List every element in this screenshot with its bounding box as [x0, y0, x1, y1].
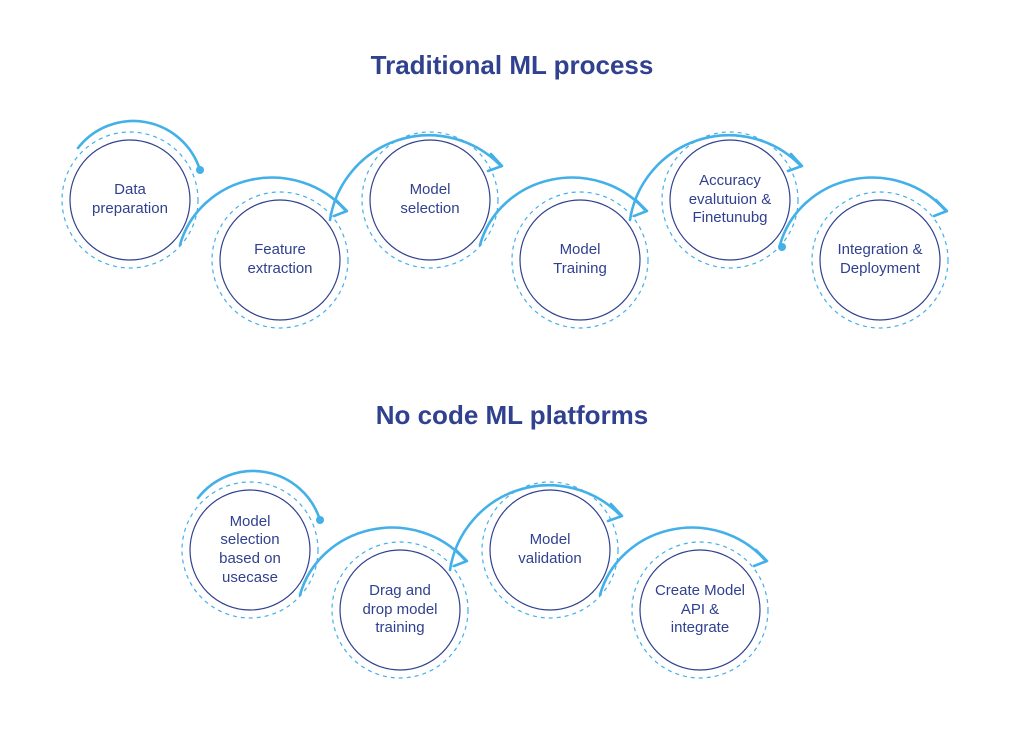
node-model-validation: Modelvalidation — [480, 480, 620, 620]
node-label: Datapreparation — [60, 130, 200, 270]
node-integration-deployment: Integration &Deployment — [810, 190, 950, 330]
node-create-api-integrate: Create ModelAPI &integrate — [630, 540, 770, 680]
node-model-training: ModelTraining — [510, 190, 650, 330]
node-feature-extraction: Featureextraction — [210, 190, 350, 330]
node-label: Featureextraction — [210, 190, 350, 330]
node-model-selection: Modelselection — [360, 130, 500, 270]
section1-title: Traditional ML process — [0, 50, 1024, 81]
section2-title: No code ML platforms — [0, 400, 1024, 431]
diagram-root: Traditional ML process Datapreparation — [0, 0, 1024, 756]
node-label: Drag anddrop modeltraining — [330, 540, 470, 680]
node-label: Modelselectionbased onusecase — [180, 480, 320, 620]
node-model-selection-usecase: Modelselectionbased onusecase — [180, 480, 320, 620]
node-accuracy-evaluation: Accuracyevalutuion &Finetunubg — [660, 130, 800, 270]
node-label: Create ModelAPI &integrate — [630, 540, 770, 680]
node-label: Integration &Deployment — [810, 190, 950, 330]
section1-row: Datapreparation Featureextraction — [0, 110, 1024, 340]
node-label: Modelvalidation — [480, 480, 620, 620]
node-label: Modelselection — [360, 130, 500, 270]
section2-row: Modelselectionbased onusecase Drag anddr… — [0, 460, 1024, 690]
node-data-preparation: Datapreparation — [60, 130, 200, 270]
node-drag-drop-training: Drag anddrop modeltraining — [330, 540, 470, 680]
node-label: ModelTraining — [510, 190, 650, 330]
node-label: Accuracyevalutuion &Finetunubg — [660, 130, 800, 270]
